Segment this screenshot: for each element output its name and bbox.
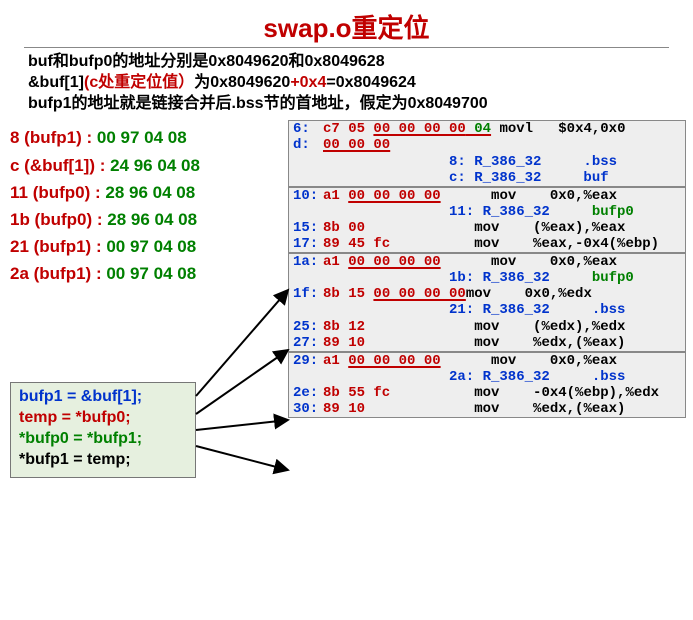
reloc-item: 11 (bufp0) : 28 96 04 08 xyxy=(10,179,280,206)
asm-row: 1a:a1 00 00 00 00 mov 0x0,%eax xyxy=(289,254,685,270)
asm-row: d:00 00 00 xyxy=(289,137,685,153)
reloc-item: 8 (bufp1) : 00 97 04 08 xyxy=(10,124,280,151)
asm-row: c: R_386_32 buf xyxy=(289,170,685,186)
asm-row: 1f:8b 15 00 00 00 00mov 0x0,%edx xyxy=(289,286,685,302)
asm-panel: 10:a1 00 00 00 00 mov 0x0,%eax11: R_386_… xyxy=(288,187,686,253)
intro-block: buf和bufp0的地址分别是0x8049620和0x8049628 &buf[… xyxy=(28,52,665,114)
source-box: bufp1 = &buf[1]; temp = *bufp0; *bufp0 =… xyxy=(10,382,196,477)
asm-panels: 6:c7 05 00 00 00 00 04 movl $0x4,0x0d:00… xyxy=(288,120,686,418)
asm-row: 10:a1 00 00 00 00 mov 0x0,%eax xyxy=(289,188,685,204)
asm-row: 2a: R_386_32 .bss xyxy=(289,369,685,385)
page-title: swap.o重定位 xyxy=(0,0,693,45)
asm-row: 15:8b 00 mov (%eax),%eax xyxy=(289,220,685,236)
asm-row: 27:89 10 mov %edx,(%eax) xyxy=(289,335,685,351)
asm-row: 2e:8b 55 fc mov -0x4(%ebp),%edx xyxy=(289,385,685,401)
src-line: bufp1 = &buf[1]; xyxy=(19,387,187,408)
reloc-item: c (&buf[1]) : 24 96 04 08 xyxy=(10,152,280,179)
asm-row: 11: R_386_32 bufp0 xyxy=(289,204,685,220)
reloc-item: 21 (bufp1) : 00 97 04 08 xyxy=(10,233,280,260)
asm-row: 21: R_386_32 .bss xyxy=(289,302,685,318)
asm-panel: 6:c7 05 00 00 00 00 04 movl $0x4,0x0d:00… xyxy=(288,120,686,186)
asm-panel: 1a:a1 00 00 00 00 mov 0x0,%eax1b: R_386_… xyxy=(288,253,686,352)
reloc-item: 2a (bufp1) : 00 97 04 08 xyxy=(10,260,280,287)
src-line: *bufp1 = temp; xyxy=(19,450,187,471)
asm-row: 29:a1 00 00 00 00 mov 0x0,%eax xyxy=(289,353,685,369)
src-line: temp = *bufp0; xyxy=(19,408,187,429)
intro-line1: buf和bufp0的地址分别是0x8049620和0x8049628 xyxy=(28,52,665,73)
relocation-list: 8 (bufp1) : 00 97 04 08 c (&buf[1]) : 24… xyxy=(10,124,280,287)
asm-panel: 29:a1 00 00 00 00 mov 0x0,%eax2a: R_386_… xyxy=(288,352,686,418)
asm-row: 17:89 45 fc mov %eax,-0x4(%ebp) xyxy=(289,236,685,252)
intro-line2: &buf[1](c处重定位值）为0x8049620+0x4=0x8049624 xyxy=(28,73,665,94)
asm-row: 6:c7 05 00 00 00 00 04 movl $0x4,0x0 xyxy=(289,121,685,137)
intro-line3: bufp1的地址就是链接合并后.bss节的首地址，假定为0x8049700 xyxy=(28,94,665,115)
asm-row: 1b: R_386_32 bufp0 xyxy=(289,270,685,286)
asm-row: 30:89 10 mov %edx,(%eax) xyxy=(289,401,685,417)
reloc-item: 1b (bufp0) : 28 96 04 08 xyxy=(10,206,280,233)
asm-row: 8: R_386_32 .bss xyxy=(289,154,685,170)
asm-row: 25:8b 12 mov (%edx),%edx xyxy=(289,319,685,335)
hr xyxy=(24,47,669,48)
src-line: *bufp0 = *bufp1; xyxy=(19,429,187,450)
